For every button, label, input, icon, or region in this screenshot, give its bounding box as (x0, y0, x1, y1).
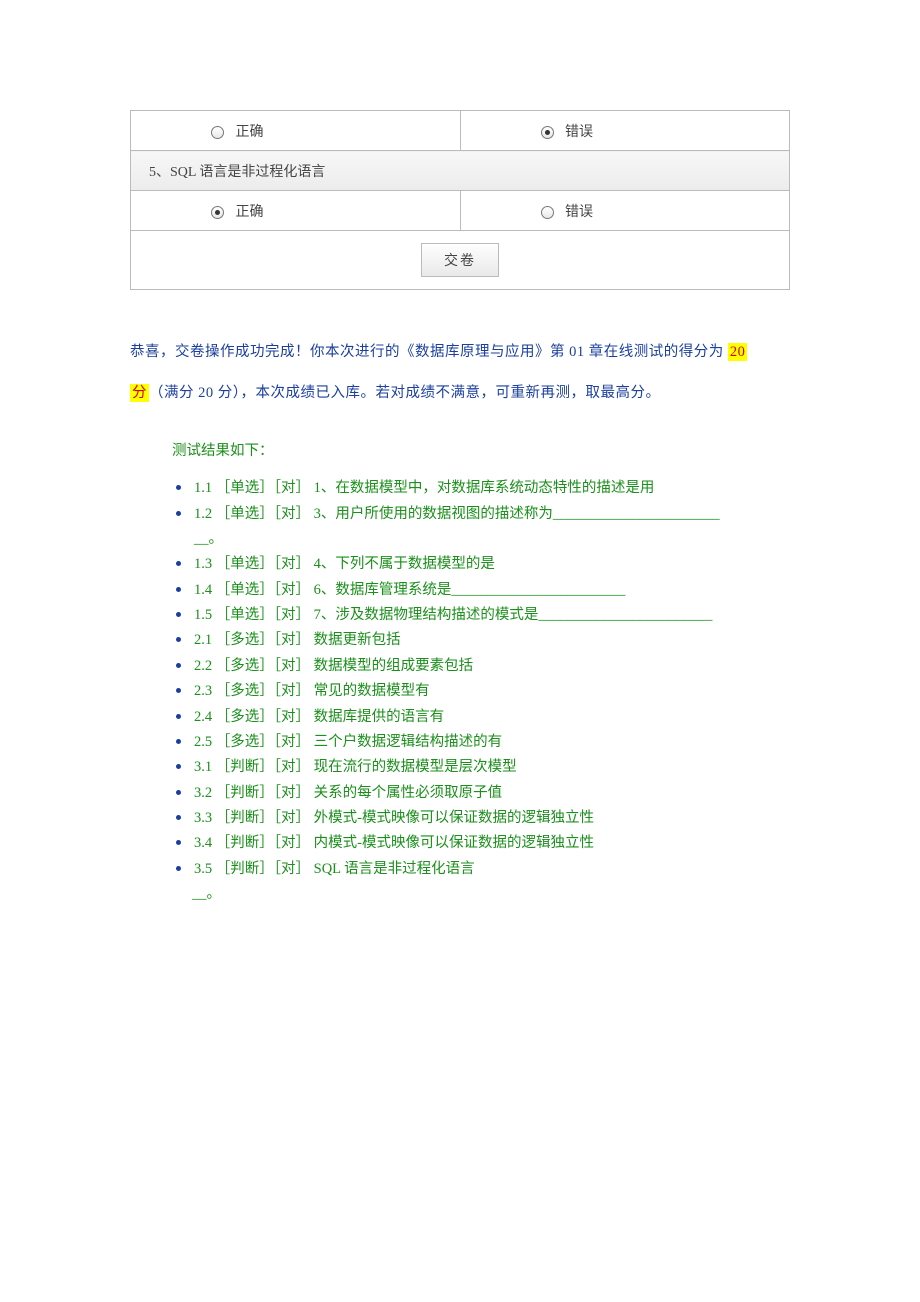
list-item: 1.4 ［单选］［对］ 6、数据库管理系统是__________________… (172, 578, 790, 603)
list-item: 3.3 ［判断］［对］ 外模式-模式映像可以保证数据的逻辑独立性 (172, 806, 790, 831)
question-4-options-row: 正确 错误 (131, 111, 790, 151)
congrats-prefix: 恭喜，交卷操作成功完成！你本次进行的《数据库原理与应用》第 01 章在线测试的得… (130, 344, 728, 360)
congrats-message: 恭喜，交卷操作成功完成！你本次进行的《数据库原理与应用》第 01 章在线测试的得… (130, 332, 790, 413)
q5-option-false-cell: 错误 (460, 191, 790, 231)
q4-radio-true[interactable] (211, 126, 224, 139)
list-item: 3.2 ［判断］［对］ 关系的每个属性必须取原子值 (172, 781, 790, 806)
list-item: 2.1 ［多选］［对］ 数据更新包括 (172, 628, 790, 653)
results-list: 1.1 ［单选］［对］ 1、在数据模型中，对数据库系统动态特性的描述是用1.2 … (172, 476, 790, 882)
list-item: 1.2 ［单选］［对］ 3、用户所使用的数据视图的描述称为___________… (172, 502, 790, 527)
quiz-table: 正确 错误 5、SQL 语言是非过程化语言 正确 错误 交卷 (130, 110, 790, 290)
q5-label-true: 正确 (236, 205, 264, 220)
list-item: 2.4 ［多选］［对］ 数据库提供的语言有 (172, 705, 790, 730)
q5-label-false: 错误 (565, 205, 593, 220)
submit-row: 交卷 (131, 231, 790, 290)
page-root: 正确 错误 5、SQL 语言是非过程化语言 正确 错误 交卷 (0, 0, 920, 908)
list-item-continuation: __。 (130, 882, 790, 907)
q4-option-true-cell: 正确 (131, 111, 461, 151)
list-item: 3.4 ［判断］［对］ 内模式-模式映像可以保证数据的逻辑独立性 (172, 831, 790, 856)
list-item-continuation: __。 (172, 527, 790, 552)
list-item: 2.2 ［多选］［对］ 数据模型的组成要素包括 (172, 654, 790, 679)
q4-radio-false[interactable] (541, 126, 554, 139)
list-item: 3.5 ［判断］［对］ SQL 语言是非过程化语言 (172, 857, 790, 882)
q4-label-false: 错误 (565, 125, 593, 140)
question-5-row: 5、SQL 语言是非过程化语言 (131, 151, 790, 191)
question-5-text: 5、SQL 语言是非过程化语言 (131, 151, 790, 191)
q4-label-true: 正确 (236, 125, 264, 140)
list-item: 1.5 ［单选］［对］ 7、涉及数据物理结构描述的模式是____________… (172, 603, 790, 628)
list-item: 2.3 ［多选］［对］ 常见的数据模型有 (172, 679, 790, 704)
congrats-score: 20 (728, 343, 748, 361)
submit-button[interactable]: 交卷 (421, 243, 499, 277)
list-item: 3.1 ［判断］［对］ 现在流行的数据模型是层次模型 (172, 755, 790, 780)
list-item: 1.3 ［单选］［对］ 4、下列不属于数据模型的是 (172, 552, 790, 577)
q5-radio-true[interactable] (211, 206, 224, 219)
congrats-suffix: （满分 20 分），本次成绩已入库。若对成绩不满意，可重新再测，取最高分。 (149, 385, 661, 401)
question-5-options-row: 正确 错误 (131, 191, 790, 231)
list-item: 1.1 ［单选］［对］ 1、在数据模型中，对数据库系统动态特性的描述是用 (172, 476, 790, 501)
q5-radio-false[interactable] (541, 206, 554, 219)
congrats-unit: 分 (130, 384, 149, 402)
q5-option-true-cell: 正确 (131, 191, 461, 231)
results-header: 测试结果如下： (130, 439, 790, 460)
q4-option-false-cell: 错误 (460, 111, 790, 151)
list-item: 2.5 ［多选］［对］ 三个户数据逻辑结构描述的有 (172, 730, 790, 755)
